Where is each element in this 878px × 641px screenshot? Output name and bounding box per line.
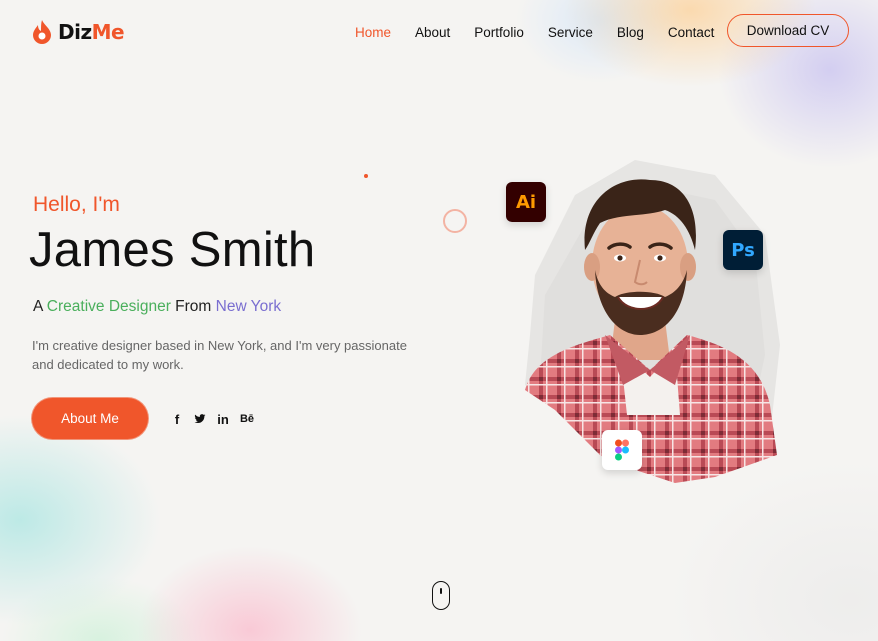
social-links: f in Bē — [170, 411, 255, 427]
main-nav: Home About Portfolio Service Blog Contac… — [343, 24, 726, 42]
role-prefix: A — [33, 298, 47, 315]
logo[interactable]: DizMe — [31, 19, 125, 45]
logo-text: DizMe — [58, 20, 125, 44]
twitter-icon[interactable] — [193, 411, 207, 427]
hero-description: I'm creative designer based in New York,… — [32, 338, 407, 372]
figma-icon — [602, 430, 642, 470]
photoshop-icon: Ps — [723, 230, 763, 270]
linkedin-icon[interactable]: in — [216, 411, 230, 427]
hero-role: A Creative Designer From New York — [33, 298, 281, 316]
scroll-down-mouse-icon[interactable] — [432, 581, 450, 610]
nav-item-home[interactable]: Home — [343, 24, 403, 42]
role-location: New York — [215, 298, 282, 315]
nav-item-about[interactable]: About — [403, 24, 462, 42]
nav-item-blog[interactable]: Blog — [605, 24, 656, 42]
profile-portrait — [525, 160, 780, 483]
decor-dot — [364, 174, 368, 178]
flame-logo-icon — [33, 20, 51, 44]
logo-text-part2: Me — [91, 20, 125, 44]
role-title: Creative Designer — [46, 298, 171, 315]
logo-text-part1: Diz — [58, 20, 92, 44]
hero-greeting: Hello, I'm — [33, 193, 120, 216]
about-me-button[interactable]: About Me — [32, 398, 148, 439]
nav-item-contact[interactable]: Contact — [656, 24, 727, 42]
hero-name: James Smith — [29, 223, 316, 277]
role-mid: From — [170, 298, 216, 315]
behance-icon[interactable]: Bē — [239, 411, 255, 427]
nav-item-service[interactable]: Service — [536, 24, 605, 42]
illustrator-icon: Ai — [506, 182, 546, 222]
nav-item-portfolio[interactable]: Portfolio — [462, 24, 536, 42]
decor-ring — [443, 209, 467, 233]
download-cv-button[interactable]: Download CV — [727, 14, 849, 47]
facebook-icon[interactable]: f — [170, 411, 184, 427]
